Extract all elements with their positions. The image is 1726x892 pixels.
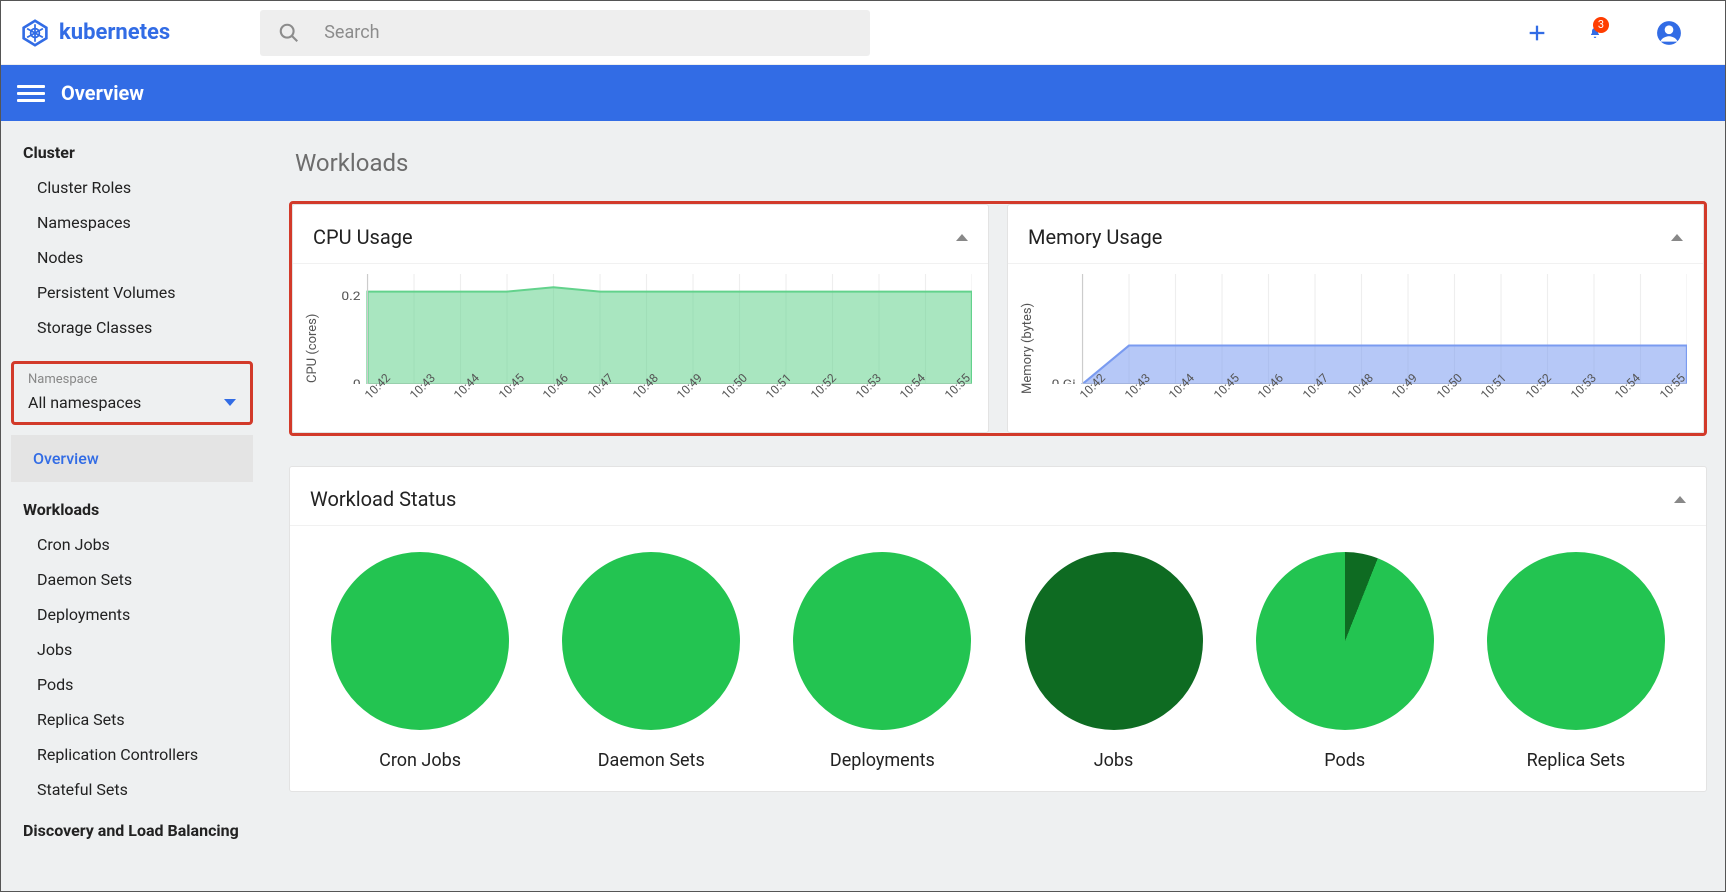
donut-label: Replica Sets [1527, 750, 1626, 771]
sidebar-item-replica-sets[interactable]: Replica Sets [1, 702, 263, 737]
svg-text:0.2: 0.2 [341, 290, 360, 304]
status-donut-deployments[interactable]: Deployments [772, 552, 992, 771]
brand-name: kubernetes [59, 20, 170, 45]
status-donut-cron-jobs[interactable]: Cron Jobs [310, 552, 530, 771]
search-icon [278, 22, 300, 44]
sidebar-item-deployments[interactable]: Deployments [1, 597, 263, 632]
sidebar-item-cron-jobs[interactable]: Cron Jobs [1, 527, 263, 562]
collapse-toggle-memory[interactable] [1671, 234, 1683, 241]
cpu-usage-card: CPU Usage CPU (cores) 0.20 10:4210:4310:… [292, 204, 989, 433]
status-donut-pods[interactable]: Pods [1235, 552, 1455, 771]
sidebar-item-persistent-volumes[interactable]: Persistent Volumes [1, 275, 263, 310]
status-donut-jobs[interactable]: Jobs [1003, 552, 1223, 771]
sidebar-cluster-list: Cluster Roles Namespaces Nodes Persisten… [1, 170, 263, 345]
memory-chart: 0 Gi 10:4210:4310:4410:4510:4610:4710:48… [1041, 274, 1687, 422]
sidebar-item-namespaces[interactable]: Namespaces [1, 205, 263, 240]
collapse-toggle-cpu[interactable] [956, 234, 968, 241]
namespace-selector[interactable]: Namespace All namespaces [11, 361, 253, 425]
memory-usage-title: Memory Usage [1028, 225, 1162, 249]
kubernetes-logo-icon [21, 19, 49, 47]
donut-label: Cron Jobs [379, 750, 461, 771]
workload-status-charts: Cron Jobs Daemon Sets Deployments Jobs P… [290, 526, 1706, 791]
add-button[interactable] [1523, 19, 1551, 47]
page-toolbar: Overview [1, 65, 1725, 121]
svg-text:0: 0 [353, 378, 361, 384]
namespace-value: All namespaces [28, 393, 141, 412]
sidebar-item-daemon-sets[interactable]: Daemon Sets [1, 562, 263, 597]
sidebar-section-discovery[interactable]: Discovery and Load Balancing [1, 807, 263, 848]
sidebar-item-pods[interactable]: Pods [1, 667, 263, 702]
donut-label: Jobs [1094, 750, 1134, 771]
top-app-bar: kubernetes Search 3 [1, 1, 1725, 65]
donut-icon [562, 552, 740, 730]
user-icon [1656, 20, 1682, 46]
account-button[interactable] [1655, 19, 1683, 47]
donut-icon [331, 552, 509, 730]
search-placeholder: Search [324, 22, 379, 43]
sidebar-section-workloads[interactable]: Workloads [1, 492, 263, 527]
page-title: Workloads [289, 121, 1707, 201]
namespace-label: Namespace [28, 372, 236, 387]
donut-label: Pods [1324, 750, 1365, 771]
sidebar-item-cluster-roles[interactable]: Cluster Roles [1, 170, 263, 205]
sidebar: Cluster Cluster Roles Namespaces Nodes P… [1, 121, 263, 891]
cpu-ylabel: CPU (cores) [305, 274, 320, 422]
search-input[interactable]: Search [260, 10, 870, 56]
donut-icon [1487, 552, 1665, 730]
top-actions: 3 [1523, 19, 1705, 47]
donut-label: Daemon Sets [598, 750, 705, 771]
sidebar-item-nodes[interactable]: Nodes [1, 240, 263, 275]
logo[interactable]: kubernetes [21, 19, 170, 47]
plus-icon [1526, 22, 1548, 44]
cpu-usage-title: CPU Usage [313, 225, 413, 249]
memory-usage-card: Memory Usage Memory (bytes) 0 Gi 10:4210… [1007, 204, 1704, 433]
sidebar-item-storage-classes[interactable]: Storage Classes [1, 310, 263, 345]
workload-status-card: Workload Status Cron Jobs Daemon Sets De… [289, 466, 1707, 792]
donut-icon [1025, 552, 1203, 730]
sidebar-item-overview[interactable]: Overview [11, 435, 253, 482]
notifications-button[interactable]: 3 [1589, 19, 1617, 47]
svg-text:0 Gi: 0 Gi [1052, 378, 1076, 384]
status-donut-daemon-sets[interactable]: Daemon Sets [541, 552, 761, 771]
chevron-down-icon [224, 399, 236, 406]
notifications-badge: 3 [1593, 17, 1609, 33]
donut-icon [793, 552, 971, 730]
menu-toggle[interactable] [17, 81, 45, 106]
donut-icon [1256, 552, 1434, 730]
collapse-toggle-status[interactable] [1674, 496, 1686, 503]
main-content: Workloads CPU Usage CPU (cores) 0.20 10:… [263, 121, 1725, 891]
memory-ylabel: Memory (bytes) [1020, 274, 1035, 422]
sidebar-section-cluster[interactable]: Cluster [1, 135, 263, 170]
sidebar-workloads-list: Cron Jobs Daemon Sets Deployments Jobs P… [1, 527, 263, 807]
sidebar-item-jobs[interactable]: Jobs [1, 632, 263, 667]
sidebar-item-replication-controllers[interactable]: Replication Controllers [1, 737, 263, 772]
page-heading: Overview [61, 81, 144, 105]
donut-label: Deployments [830, 750, 935, 771]
sidebar-item-stateful-sets[interactable]: Stateful Sets [1, 772, 263, 807]
workload-status-title: Workload Status [310, 487, 456, 511]
usage-charts-highlight: CPU Usage CPU (cores) 0.20 10:4210:4310:… [289, 201, 1707, 436]
status-donut-replica-sets[interactable]: Replica Sets [1466, 552, 1686, 771]
cpu-chart: 0.20 10:4210:4310:4410:4510:4610:4710:48… [326, 274, 972, 422]
